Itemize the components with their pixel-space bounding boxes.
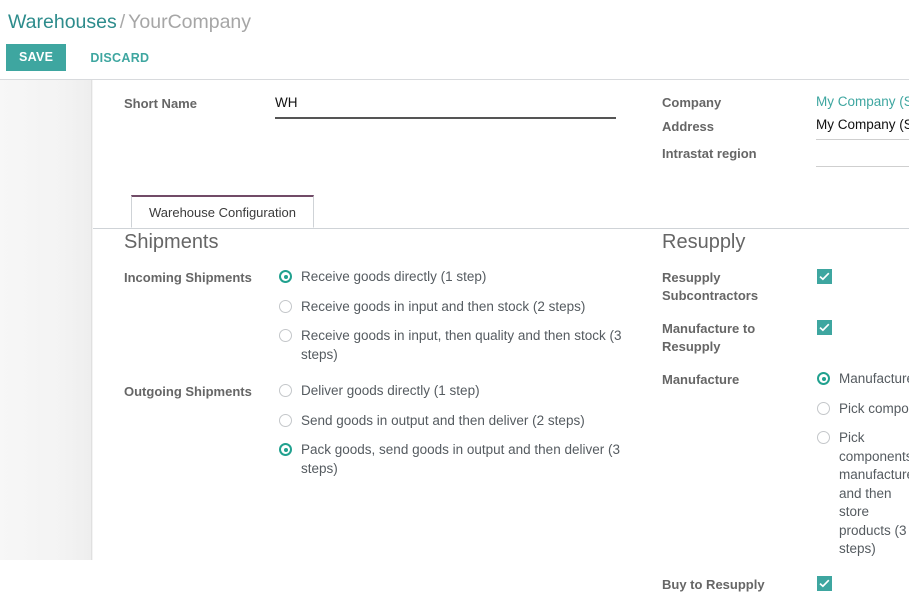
- radio-unselected-icon: [817, 431, 830, 444]
- resupply-group: Resupply Resupply Subcontractors Manufac…: [662, 230, 909, 608]
- buy-to-resupply-field: Buy to Resupply: [662, 575, 909, 594]
- left-gutter: [0, 80, 92, 560]
- radio-unselected-icon: [279, 299, 292, 313]
- radio-unselected-icon: [279, 413, 292, 427]
- radio-option[interactable]: Pick components, manufacture and then st…: [817, 429, 909, 559]
- intrastat-region-underline: [816, 166, 909, 167]
- incoming-shipments-label: Incoming Shipments: [124, 270, 252, 285]
- resupply-subcontractors-checkbox[interactable]: [817, 269, 832, 284]
- manufacture-to-resupply-label: Manufacture to Resupply: [662, 321, 756, 354]
- record-action-buttons: SAVE DISCARD: [6, 44, 151, 71]
- radio-option-label: Manufacture (1 step): [839, 371, 909, 386]
- breadcrumb: Warehouses / YourCompany: [8, 9, 251, 35]
- manufacture-to-resupply-field: Manufacture to Resupply: [662, 319, 909, 356]
- radio-option[interactable]: Pack goods, send goods in output and the…: [279, 441, 654, 478]
- short-name-underline: [275, 117, 616, 119]
- radio-option-label: Receive goods directly (1 step): [301, 269, 487, 284]
- outgoing-shipments-radio-group: Deliver goods directly (1 step) Send goo…: [279, 382, 654, 478]
- company-label: Company: [662, 95, 722, 110]
- radio-option[interactable]: Send goods in output and then deliver (2…: [279, 412, 654, 431]
- resupply-title: Resupply: [662, 231, 746, 253]
- outgoing-shipments-label: Outgoing Shipments: [124, 384, 252, 399]
- radio-option[interactable]: Receive goods in input, then quality and…: [279, 327, 654, 364]
- resupply-subcontractors-label: Resupply Subcontractors: [662, 270, 759, 303]
- radio-option-label: Deliver goods directly (1 step): [301, 383, 480, 398]
- radio-option[interactable]: Receive goods directly (1 step): [279, 268, 654, 287]
- radio-option[interactable]: Deliver goods directly (1 step): [279, 382, 654, 401]
- check-icon: [819, 579, 830, 587]
- notebook: Warehouse Configuration: [93, 195, 909, 229]
- intrastat-region-label: Intrastat region: [662, 146, 757, 161]
- tab-warehouse-configuration-label: Warehouse Configuration: [149, 204, 296, 220]
- shipments-title: Shipments: [124, 231, 219, 253]
- breadcrumb-link-warehouses[interactable]: Warehouses: [8, 11, 117, 33]
- form-header-fields: Short Name WH Company My Company (San Fr…: [93, 80, 909, 185]
- form-sheet: Short Name WH Company My Company (San Fr…: [93, 80, 909, 592]
- manufacture-label: Manufacture: [662, 372, 740, 387]
- resupply-subcontractors-field: Resupply Subcontractors: [662, 268, 909, 305]
- control-panel: Warehouses / YourCompany SAVE DISCARD: [0, 0, 909, 80]
- buy-to-resupply-label: Buy to Resupply: [662, 576, 765, 592]
- tab-warehouse-configuration[interactable]: Warehouse Configuration: [131, 195, 314, 228]
- address-label: Address: [662, 119, 715, 134]
- short-name-input[interactable]: WH: [275, 95, 298, 110]
- page-body: Short Name WH Company My Company (San Fr…: [0, 80, 909, 592]
- radio-option-label: Pack goods, send goods in output and the…: [301, 442, 620, 476]
- incoming-shipments-radio-group: Receive goods directly (1 step) Receive …: [279, 268, 654, 364]
- address-input[interactable]: My Company (San Francisco): [816, 117, 909, 132]
- radio-unselected-icon: [279, 329, 292, 342]
- manufacture-field: Manufacture Manufacture (1 step) Pick co…: [662, 370, 909, 559]
- radio-option[interactable]: Manufacture (1 step): [817, 370, 909, 389]
- radio-unselected-icon: [817, 401, 830, 415]
- radio-option-label: Receive goods in input, then quality and…: [301, 328, 622, 362]
- outgoing-shipments-field: Outgoing Shipments Deliver goods directl…: [124, 382, 654, 478]
- radio-selected-icon: [279, 270, 292, 283]
- save-button[interactable]: SAVE: [6, 44, 67, 71]
- breadcrumb-separator: /: [119, 11, 126, 33]
- shipments-group: Shipments Incoming Shipments Receive goo…: [124, 230, 654, 492]
- radio-option-label: Pick components, manufacture and then st…: [839, 430, 909, 556]
- radio-unselected-icon: [279, 384, 292, 397]
- company-value-link[interactable]: My Company (San Francisco): [816, 94, 909, 109]
- manufacture-to-resupply-checkbox[interactable]: [817, 320, 832, 335]
- check-icon: [819, 323, 830, 332]
- radio-option-label: Pick components and then manufacture (2 …: [839, 400, 909, 416]
- discard-button[interactable]: DISCARD: [88, 45, 151, 71]
- notebook-tab-strip: Warehouse Configuration: [93, 195, 909, 229]
- short-name-label: Short Name: [124, 96, 197, 111]
- address-underline: [816, 139, 909, 140]
- radio-selected-icon: [279, 443, 292, 456]
- manufacture-radio-group: Manufacture (1 step) Pick components and…: [817, 370, 909, 559]
- radio-selected-icon: [817, 372, 830, 385]
- incoming-shipments-field: Incoming Shipments Receive goods directl…: [124, 268, 654, 364]
- breadcrumb-current-record: YourCompany: [128, 11, 252, 33]
- check-icon: [819, 272, 830, 281]
- radio-option[interactable]: Pick components and then manufacture (2 …: [817, 400, 909, 419]
- radio-option[interactable]: Receive goods in input and then stock (2…: [279, 298, 654, 317]
- radio-option-label: Receive goods in input and then stock (2…: [301, 298, 586, 314]
- radio-option-label: Send goods in output and then deliver (2…: [301, 412, 585, 428]
- buy-to-resupply-checkbox[interactable]: [817, 575, 832, 591]
